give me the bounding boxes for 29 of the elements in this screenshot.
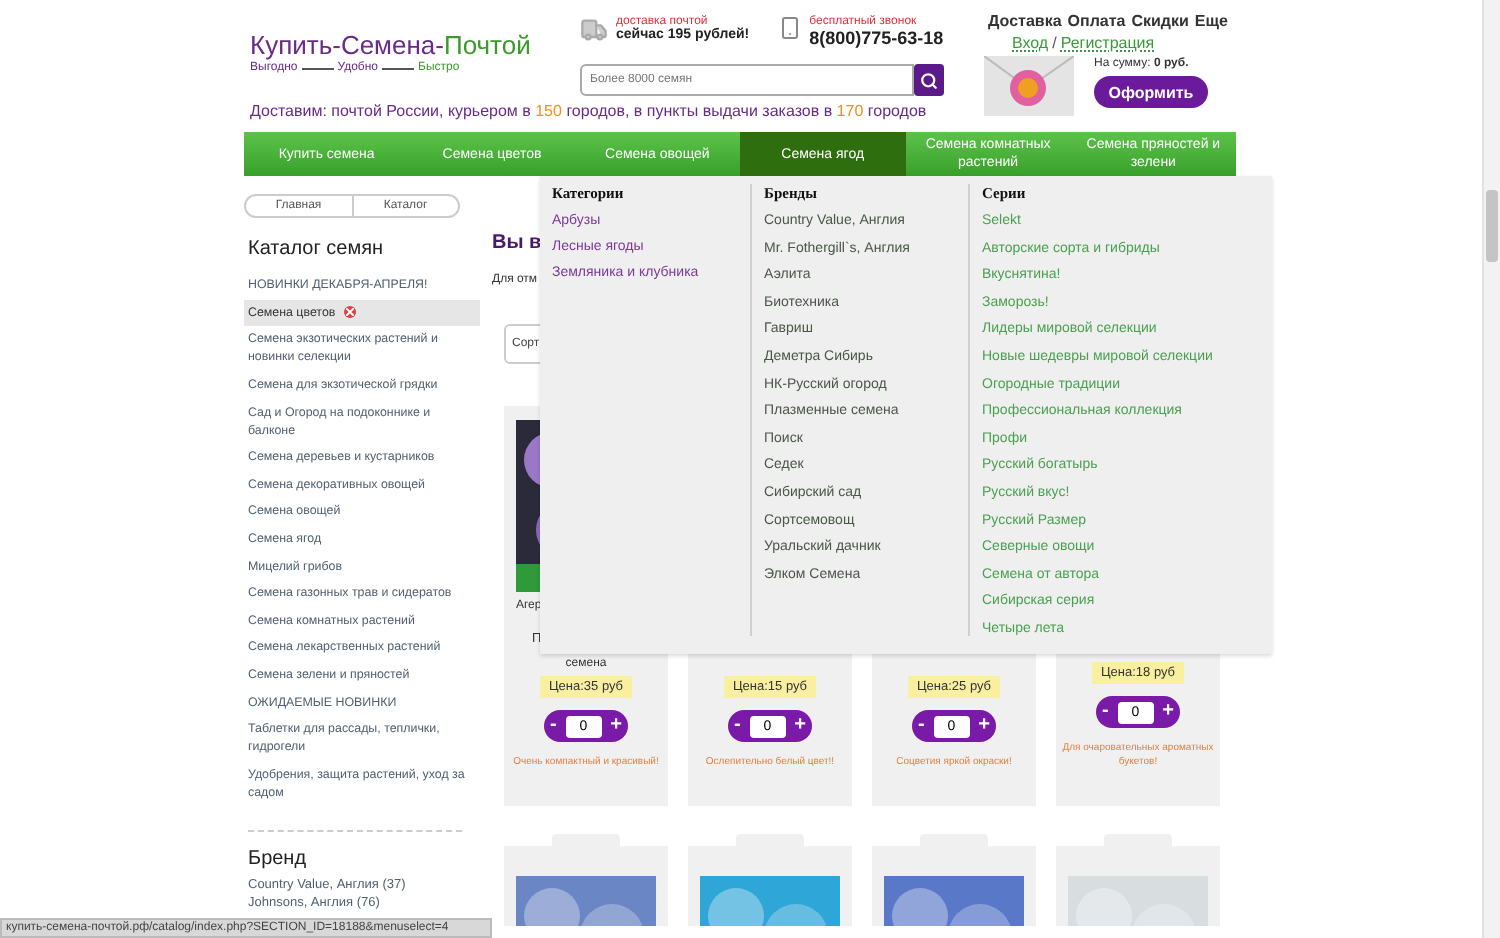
plus-button[interactable]: +	[1160, 702, 1176, 722]
checkout-button[interactable]: Оформить	[1094, 76, 1208, 108]
top-link[interactable]: Доставка	[988, 12, 1062, 30]
phone-number: 8(800)775-63-18	[809, 28, 944, 48]
envelope-flower-icon	[984, 56, 1074, 116]
separator: /	[1052, 34, 1057, 52]
minus-button[interactable]: -	[916, 716, 927, 736]
logo-title[interactable]: Купить-Семена-Почтой	[250, 30, 580, 60]
plus-button[interactable]: +	[976, 716, 992, 736]
minus-button[interactable]: -	[1100, 702, 1111, 722]
top-link[interactable]: Скидки	[1131, 12, 1189, 30]
top-link[interactable]: Оплата	[1067, 12, 1126, 30]
brand-title: Бренд	[248, 848, 309, 871]
truck-icon	[580, 16, 608, 44]
search-icon	[920, 71, 938, 89]
minus-button[interactable]: -	[732, 716, 743, 736]
login-link[interactable]: Вход	[1012, 34, 1049, 52]
phone-icon	[777, 16, 802, 40]
plus-button[interactable]: +	[792, 716, 808, 736]
delivery-line: Доставим: почтой России, курьером в 150 городов, в пункты выдачи заказов в 170 городов	[248, 102, 929, 120]
remove-icon[interactable]	[343, 306, 356, 319]
scrollbar[interactable]	[1482, 0, 1500, 938]
register-link[interactable]: Регистрация	[1060, 34, 1155, 52]
minus-button[interactable]: -	[548, 716, 559, 736]
page-title: Вы в	[492, 232, 542, 254]
plus-button[interactable]: +	[608, 716, 624, 736]
sidebar-title: Каталог семян	[248, 238, 386, 260]
search-button[interactable]	[914, 64, 944, 96]
top-link[interactable]: Еще	[1194, 12, 1228, 30]
